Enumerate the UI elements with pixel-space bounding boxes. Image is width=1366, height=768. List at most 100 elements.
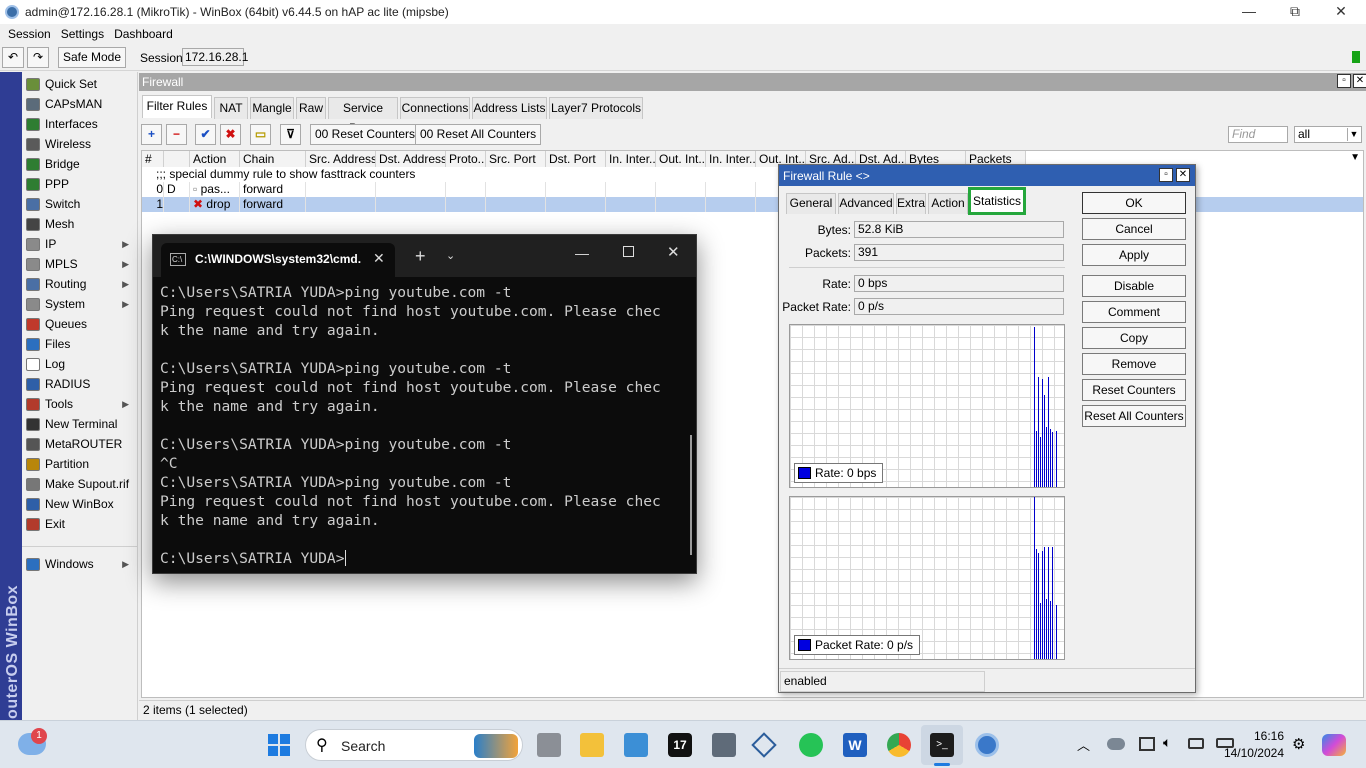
dialog-tab-extra[interactable]: Extra: [896, 193, 926, 214]
sidebar-item-mesh[interactable]: Mesh: [22, 214, 138, 234]
menu-session[interactable]: Session: [8, 27, 51, 41]
dialog-tab-statistics[interactable]: Statistics: [968, 187, 1026, 215]
volume-icon[interactable]: 🔈︎: [1163, 734, 1171, 751]
column-header[interactable]: Proto...: [446, 151, 486, 167]
terminal-icon[interactable]: >_: [930, 733, 954, 757]
reset-all-counters-button[interactable]: Reset All Counters: [1082, 405, 1186, 427]
find-input[interactable]: Find: [1228, 126, 1288, 143]
redo-button[interactable]: ↷: [27, 47, 49, 68]
dialog-tab-general[interactable]: General: [786, 193, 836, 214]
column-header[interactable]: Action: [190, 151, 240, 167]
cmd-tab-close-icon[interactable]: ✕: [373, 250, 385, 267]
cmd-scrollbar[interactable]: [690, 435, 692, 555]
column-header[interactable]: Src. Port: [486, 151, 546, 167]
dialog-tab-action[interactable]: Action: [928, 193, 968, 214]
sidebar-item-tools[interactable]: Tools ▶: [22, 394, 138, 414]
copy-button[interactable]: Copy: [1082, 327, 1186, 349]
reset-counters-button[interactable]: Reset Counters: [1082, 379, 1186, 401]
column-header[interactable]: Out. Int...: [656, 151, 706, 167]
sidebar-item-radius[interactable]: RADIUS: [22, 374, 138, 394]
tab-raw[interactable]: Raw: [296, 97, 326, 119]
sidebar-item-mpls[interactable]: MPLS ▶: [22, 254, 138, 274]
close-button[interactable]: ✕: [1318, 0, 1364, 24]
snipping-icon[interactable]: [712, 733, 736, 757]
reset-all-counters-button[interactable]: 00 Reset All Counters: [415, 124, 542, 145]
tab-address-lists[interactable]: Address Lists: [472, 97, 547, 119]
control-panel-icon[interactable]: [624, 733, 648, 757]
comment-button[interactable]: Comment: [1082, 301, 1186, 323]
tab-mangle[interactable]: Mangle: [250, 97, 294, 119]
cmd-tab[interactable]: C:\ C:\WINDOWS\system32\cmd. ✕: [161, 243, 395, 277]
cmd-close-button[interactable]: ✕: [667, 243, 680, 261]
remove-rule-button[interactable]: −: [166, 124, 187, 145]
winbox-icon[interactable]: [975, 733, 999, 757]
display-icon[interactable]: [1139, 737, 1155, 751]
sidebar-item-metarouter[interactable]: MetaROUTER: [22, 434, 138, 454]
maximize-button[interactable]: ⧉: [1272, 0, 1318, 24]
sidebar-item-switch[interactable]: Switch: [22, 194, 138, 214]
dialog-maximize-button[interactable]: ▫: [1159, 168, 1173, 182]
tradingview-icon[interactable]: 17: [668, 733, 692, 757]
sidebar-item-log[interactable]: Log: [22, 354, 138, 374]
taskbar-search[interactable]: ⚲ Search: [305, 729, 523, 761]
sidebar-item-make-supout-rif[interactable]: Make Supout.rif: [22, 474, 138, 494]
reset-counters-button[interactable]: 00 Reset Counters: [310, 124, 421, 145]
session-field[interactable]: 172.16.28.1: [182, 48, 248, 66]
column-header[interactable]: Src. Address: [306, 151, 376, 167]
apply-button[interactable]: Apply: [1082, 244, 1186, 266]
sidebar-item-ip[interactable]: IP ▶: [22, 234, 138, 254]
sidebar-item-wireless[interactable]: Wireless: [22, 134, 138, 154]
file-explorer-icon[interactable]: [580, 733, 604, 757]
column-header[interactable]: In. Inter...: [606, 151, 656, 167]
sidebar-item-windows[interactable]: Windows ▶: [22, 554, 138, 574]
sidebar-item-capsman[interactable]: CAPsMAN: [22, 94, 138, 114]
new-tab-icon[interactable]: +: [415, 246, 426, 267]
clock-time[interactable]: 16:16: [1244, 729, 1284, 743]
dialog-close-button[interactable]: ✕: [1176, 168, 1190, 182]
menu-dashboard[interactable]: Dashboard: [114, 27, 173, 41]
minimize-button[interactable]: —: [1226, 0, 1272, 24]
tab-service-ports[interactable]: Service Ports: [328, 97, 398, 135]
column-header[interactable]: #: [142, 151, 164, 167]
column-header[interactable]: Dst. Port: [546, 151, 606, 167]
disable-rule-button[interactable]: ✖: [220, 124, 241, 145]
enable-rule-button[interactable]: ✔: [195, 124, 216, 145]
firewall-close-button[interactable]: ✕: [1353, 74, 1366, 88]
notifications-icon[interactable]: ⚙: [1292, 735, 1305, 753]
sidebar-item-system[interactable]: System ▶: [22, 294, 138, 314]
undo-button[interactable]: ↶: [2, 47, 24, 68]
chrome-icon[interactable]: [887, 733, 911, 757]
tab-filter-rules[interactable]: Filter Rules: [142, 95, 212, 118]
word-icon[interactable]: W: [843, 733, 867, 757]
sidebar-item-partition[interactable]: Partition: [22, 454, 138, 474]
cancel-button[interactable]: Cancel: [1082, 218, 1186, 240]
tab-layer7-protocols[interactable]: Layer7 Protocols: [549, 97, 643, 119]
tray-overflow-icon[interactable]: ︿: [1077, 735, 1090, 754]
sidebar-item-routing[interactable]: Routing ▶: [22, 274, 138, 294]
disable-button[interactable]: Disable: [1082, 275, 1186, 297]
onedrive-icon[interactable]: [1107, 738, 1125, 750]
column-header[interactable]: In. Inter...: [706, 151, 756, 167]
cmd-minimize-button[interactable]: —: [575, 245, 589, 261]
add-rule-button[interactable]: +: [141, 124, 162, 145]
comment-rule-button[interactable]: ▭: [250, 124, 271, 145]
firewall-maximize-button[interactable]: ▫: [1337, 74, 1351, 88]
filter-button[interactable]: ⊽: [280, 124, 301, 145]
dialog-tab-advanced[interactable]: Advanced: [838, 193, 894, 214]
start-icon[interactable]: [268, 734, 290, 756]
cmd-maximize-button[interactable]: [623, 246, 634, 257]
tab-connections[interactable]: Connections: [400, 97, 470, 119]
sidebar-item-queues[interactable]: Queues: [22, 314, 138, 334]
sidebar-item-quick-set[interactable]: Quick Set: [22, 74, 138, 94]
sidebar-item-ppp[interactable]: PPP: [22, 174, 138, 194]
columns-dropdown-icon[interactable]: ▼: [1350, 152, 1360, 163]
remove-button[interactable]: Remove: [1082, 353, 1186, 375]
column-header[interactable]: [164, 151, 190, 167]
sidebar-item-bridge[interactable]: Bridge: [22, 154, 138, 174]
sidebar-item-interfaces[interactable]: Interfaces: [22, 114, 138, 134]
cmd-output[interactable]: C:\Users\SATRIA YUDA>ping youtube.com -t…: [160, 283, 690, 568]
column-header[interactable]: Chain: [240, 151, 306, 167]
menu-settings[interactable]: Settings: [61, 27, 104, 41]
ok-button[interactable]: OK: [1082, 192, 1186, 214]
copilot-icon[interactable]: [1322, 734, 1346, 756]
